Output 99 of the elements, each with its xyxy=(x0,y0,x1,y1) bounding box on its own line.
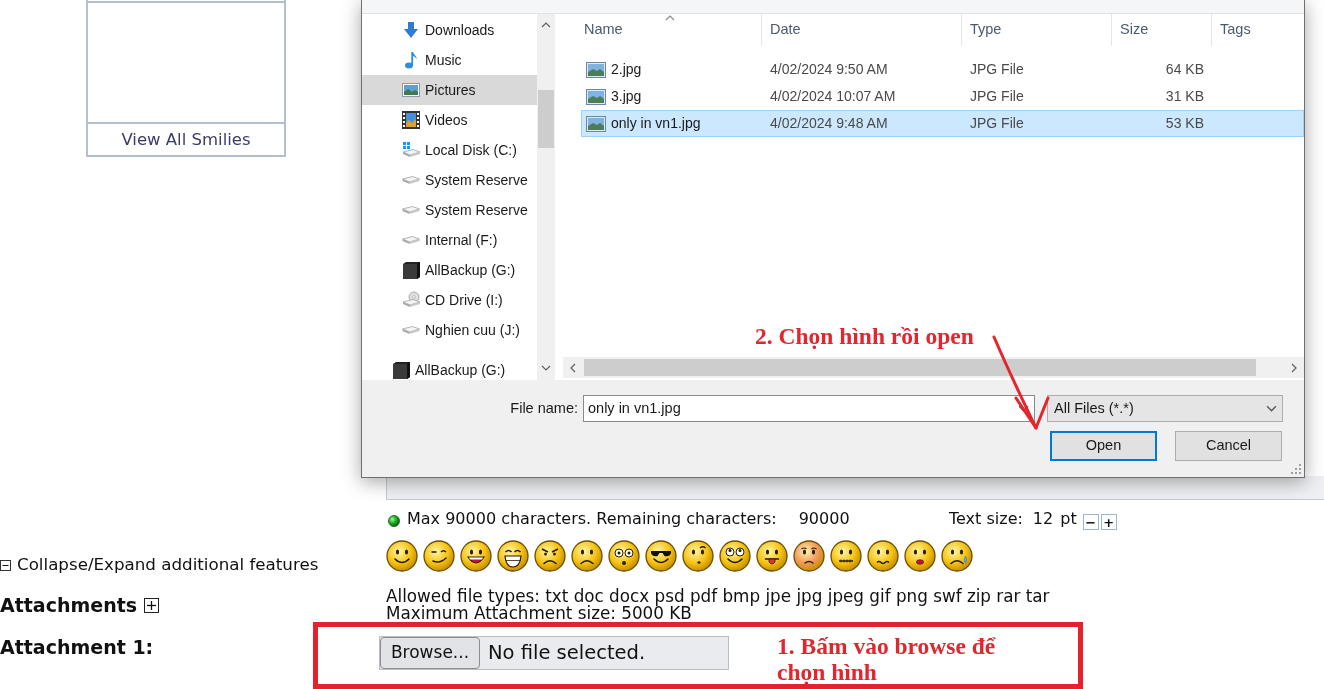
increase-size-button[interactable]: + xyxy=(1100,514,1117,530)
scroll-down-icon[interactable] xyxy=(541,365,551,371)
nav-item[interactable]: Nghien cuu (J:) xyxy=(362,315,537,345)
browse-hint-text: 1. Bấm vào browse để chọn hình xyxy=(777,633,997,685)
file-status-text: No file selected. xyxy=(488,640,646,667)
nav-item[interactable]: System Reserve xyxy=(362,195,537,225)
windows-drive-icon xyxy=(402,141,420,159)
image-file-icon xyxy=(586,88,606,105)
worried-face-icon[interactable] xyxy=(867,540,899,572)
nav-item[interactable]: Local Disk (C:) xyxy=(362,135,537,165)
nav-item[interactable]: System Reserve xyxy=(362,165,537,195)
text-size-value: 12 xyxy=(1032,508,1054,530)
max-attachment-size-text: Maximum Attachment size: 5000 KB xyxy=(386,605,692,622)
image-file-icon xyxy=(586,115,606,132)
open-button[interactable]: Open xyxy=(1050,431,1157,461)
drive-box-icon xyxy=(392,361,410,379)
file-date: 4/02/2024 10:07 AM xyxy=(770,88,896,104)
allowed-file-types-text: Allowed file types: txt doc docx psd pdf bmp jpe jpg jpeg gif png swf zip rar tar xyxy=(386,588,1050,605)
kissing-face-icon[interactable] xyxy=(904,540,936,572)
browse-button[interactable]: Browse... xyxy=(380,637,480,669)
scrollbar-thumb[interactable] xyxy=(538,90,554,148)
file-name: 3.jpg xyxy=(611,87,642,106)
image-file-icon xyxy=(586,61,606,78)
view-all-smilies-link[interactable]: View All Smilies xyxy=(121,129,251,150)
file-row[interactable]: 3.jpg 4/02/2024 10:07 AM JPG File 31 KB xyxy=(581,83,1304,110)
file-type-dropdown[interactable]: All Files (*.*) xyxy=(1047,395,1283,422)
download-arrow-icon xyxy=(402,21,420,39)
dropdown-chevron-icon[interactable] xyxy=(1266,405,1277,412)
blushing-face-icon[interactable] xyxy=(793,540,825,572)
file-size: 64 KB xyxy=(1165,60,1204,79)
expand-toggle-link[interactable]: Collapse/Expand additional features xyxy=(0,555,319,575)
dropdown-chevron-icon[interactable] xyxy=(1018,405,1029,412)
column-header[interactable]: Size xyxy=(1112,14,1212,46)
nav-item[interactable]: Internal (F:) xyxy=(362,225,537,255)
scrollbar-thumb[interactable] xyxy=(584,359,1256,376)
crying-face-icon[interactable] xyxy=(941,540,973,572)
drive-box-icon xyxy=(402,261,420,279)
character-counter-label: Max 90000 characters. Remaining characters: xyxy=(407,508,777,530)
file-row[interactable]: only in vn1.jpg 4/02/2024 9:48 AM JPG File 53 KB xyxy=(581,110,1304,137)
disc-drive-icon xyxy=(402,291,420,309)
file-name-field[interactable]: only in vn1.jpg xyxy=(583,395,1035,422)
open-hint-text: 2. Chọn hình rồi open xyxy=(755,322,974,350)
file-type: JPG File xyxy=(970,115,1024,131)
text-size-label: Text size: xyxy=(949,508,1023,530)
plus-box-icon[interactable] xyxy=(144,597,160,613)
nav-item[interactable]: AllBackup (G:) xyxy=(362,355,537,380)
file-size: 53 KB xyxy=(1165,114,1204,133)
resize-grip-icon[interactable] xyxy=(1291,464,1302,475)
attachment-label: Attachment 1: xyxy=(0,636,154,658)
column-header[interactable]: Name xyxy=(581,14,762,46)
smiling-face-icon[interactable] xyxy=(386,540,418,572)
decrease-size-button[interactable]: − xyxy=(1082,514,1099,530)
grinning-face-icon[interactable] xyxy=(460,540,492,572)
file-date: 4/02/2024 9:48 AM xyxy=(770,115,888,131)
cancel-button[interactable]: Cancel xyxy=(1175,431,1282,461)
file-name-label: File name: xyxy=(510,398,578,418)
nav-item[interactable]: AllBackup (G:) xyxy=(362,255,537,285)
file-input[interactable]: Browse... No file selected. xyxy=(379,636,729,670)
text-size-unit: pt xyxy=(1060,508,1077,530)
file-row[interactable]: 2.jpg 4/02/2024 9:50 AM JPG File 64 KB xyxy=(581,56,1304,83)
status-dot-icon xyxy=(388,515,400,527)
sunglasses-face-icon[interactable] xyxy=(645,540,677,572)
laughing-face-icon[interactable] xyxy=(497,540,529,572)
message-editor-field[interactable] xyxy=(386,476,1324,500)
column-header[interactable]: Type xyxy=(962,14,1112,46)
frowning-face-icon[interactable] xyxy=(571,540,603,572)
drive-icon xyxy=(402,175,420,185)
file-type: JPG File xyxy=(970,61,1024,77)
winking-face-icon[interactable] xyxy=(423,540,455,572)
angry-face-icon[interactable] xyxy=(534,540,566,572)
remaining-count: 90000 xyxy=(798,508,850,530)
minus-box-icon[interactable] xyxy=(0,559,11,571)
nav-item[interactable]: CD Drive (I:) xyxy=(362,285,537,315)
nav-item[interactable]: Pictures xyxy=(362,75,537,105)
scroll-left-icon[interactable] xyxy=(570,362,576,373)
file-date: 4/02/2024 9:50 AM xyxy=(770,61,888,77)
tongue-out-face-icon[interactable] xyxy=(756,540,788,572)
film-strip-icon xyxy=(402,111,420,129)
drive-icon xyxy=(402,325,420,335)
file-size: 31 KB xyxy=(1165,87,1204,106)
file-name: only in vn1.jpg xyxy=(611,114,701,133)
scroll-up-icon[interactable] xyxy=(541,21,551,28)
nav-item[interactable]: Music xyxy=(362,45,537,75)
column-header[interactable]: Date xyxy=(762,14,962,46)
drive-icon xyxy=(402,205,420,215)
file-type: JPG File xyxy=(970,88,1024,104)
shocked-face-icon[interactable] xyxy=(608,540,640,572)
picture-icon xyxy=(402,81,420,99)
nav-item[interactable]: Downloads xyxy=(362,15,537,45)
scroll-right-icon[interactable] xyxy=(1291,362,1297,373)
zipped-mouth-face-icon[interactable] xyxy=(830,540,862,572)
music-note-icon xyxy=(402,51,420,69)
column-header[interactable]: Tags xyxy=(1212,14,1304,46)
drive-icon xyxy=(402,235,420,245)
puzzled-face-icon[interactable] xyxy=(682,540,714,572)
nav-item[interactable]: Videos xyxy=(362,105,537,135)
wide-eyed-face-icon[interactable] xyxy=(719,540,751,572)
file-name: 2.jpg xyxy=(611,60,642,79)
attachments-heading: Attachments xyxy=(0,594,138,616)
